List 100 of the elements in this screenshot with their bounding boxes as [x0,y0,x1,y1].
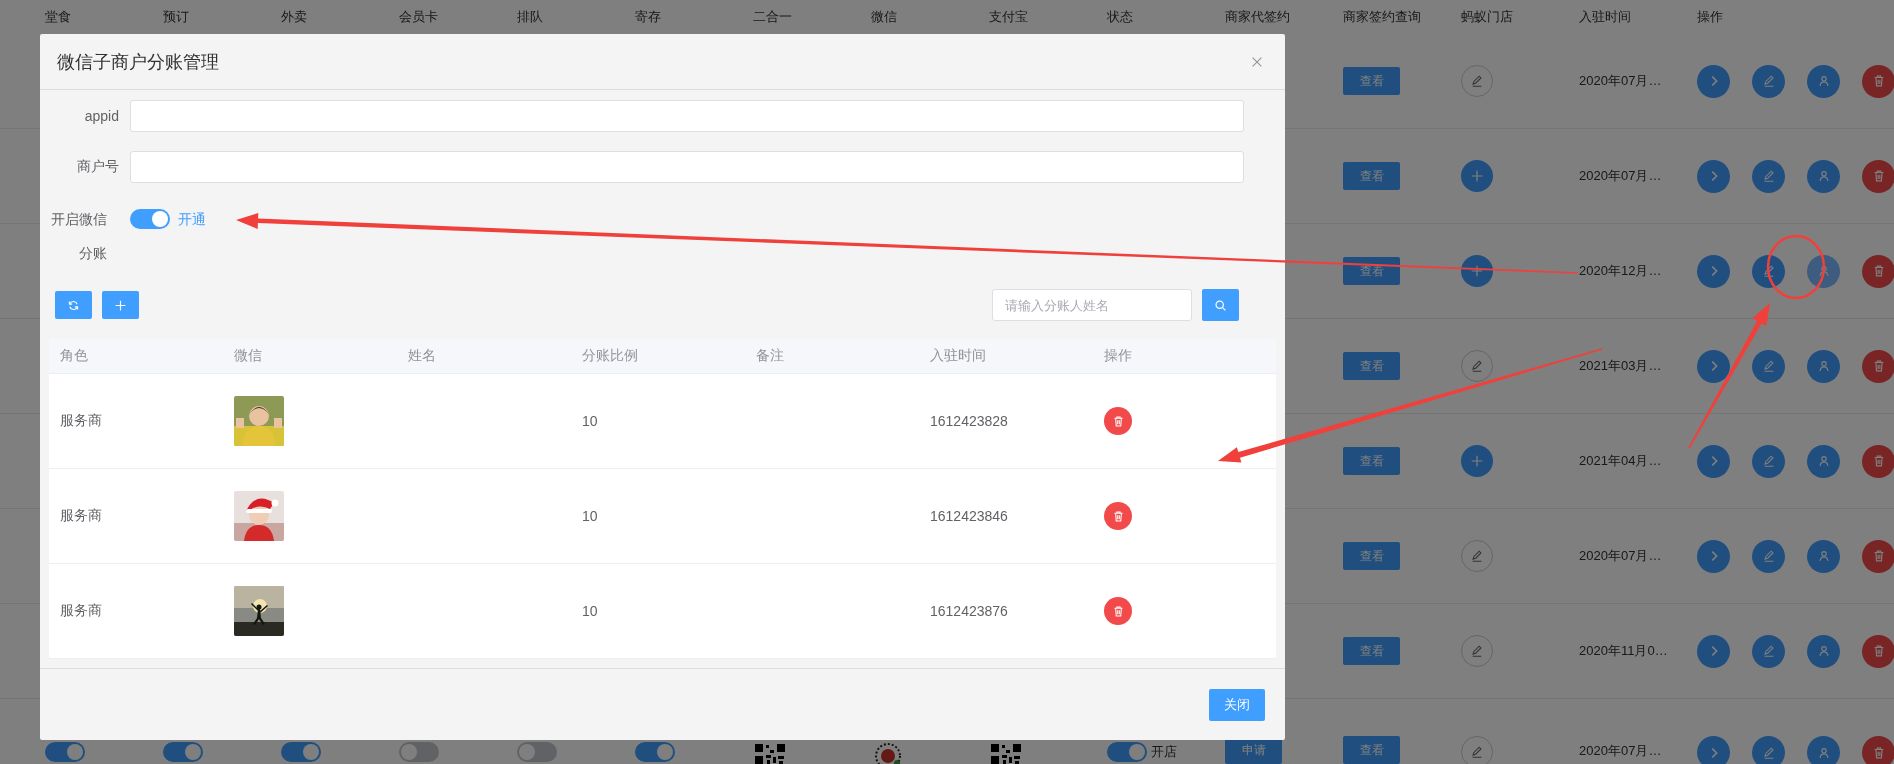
view-button[interactable]: 查看 [1343,637,1400,665]
column-header: 备注 [756,347,784,365]
column-header: 微信 [871,8,897,26]
table-cell: 10 [582,413,598,429]
open-button[interactable] [1697,159,1730,193]
date-text: 2021年04月… [1579,452,1662,470]
add-button[interactable] [1461,445,1493,477]
edit-button[interactable] [1752,64,1785,98]
delete-button[interactable] [1104,407,1132,435]
search-icon [1214,298,1227,312]
user-button[interactable] [1807,539,1840,573]
plus-icon [114,298,127,312]
pencil-icon [1470,74,1484,88]
toggle-switch[interactable] [635,742,675,762]
open-button[interactable] [1697,539,1730,573]
delete-button[interactable] [1862,64,1894,98]
view-button[interactable]: 查看 [1343,67,1400,95]
pencil-button[interactable] [1461,635,1493,667]
delete-button[interactable] [1104,502,1132,530]
toggle-switch[interactable] [399,742,439,762]
user-button[interactable] [1807,736,1840,764]
edit-button[interactable] [1752,254,1785,288]
user-button[interactable] [1807,349,1840,383]
column-header: 支付宝 [989,8,1028,26]
refresh-icon [67,298,80,312]
toggle-switch[interactable] [281,742,321,762]
view-button[interactable]: 查看 [1343,162,1400,190]
add-button[interactable] [1461,255,1493,287]
toggle-switch[interactable] [45,742,85,762]
table-cell: 10 [582,508,598,524]
view-button[interactable]: 查看 [1343,542,1400,570]
delete-button[interactable] [1862,736,1894,764]
view-button[interactable]: 查看 [1343,447,1400,475]
plus-icon [1470,454,1484,468]
toggle-switch[interactable] [1107,742,1147,762]
toggle-switch[interactable] [130,209,170,229]
table-cell: 服务商 [60,602,102,620]
column-header: 商家代签约 [1225,8,1290,26]
edit-button[interactable] [1752,539,1785,573]
column-header: 会员卡 [399,8,438,26]
table-cell: 10 [582,603,598,619]
open-button[interactable] [1697,254,1730,288]
add-button[interactable] [102,291,139,319]
pencil-button[interactable] [1461,540,1493,572]
delete-button[interactable] [1862,444,1894,478]
qr-code-icon [989,742,1023,764]
close-button[interactable]: 关闭 [1209,688,1265,721]
input-field[interactable] [130,100,1244,132]
search-button[interactable] [1202,289,1239,321]
user-button[interactable] [1807,254,1840,288]
edit-button[interactable] [1752,736,1785,764]
delete-button[interactable] [1862,349,1894,383]
plus-icon [1470,169,1484,183]
toggle-switch[interactable] [517,742,557,762]
trash-icon [1111,414,1125,428]
input-field[interactable] [130,151,1244,183]
pencil-button[interactable] [1461,65,1493,97]
search-field[interactable]: 请输入分账人姓名 [992,289,1192,321]
toggle-switch[interactable] [163,742,203,762]
pencil-icon [1761,549,1776,563]
column-header: 预订 [163,8,189,26]
edit-button[interactable] [1752,349,1785,383]
pencil-icon [1761,359,1776,373]
pencil-button[interactable] [1461,350,1493,382]
column-header: 入驻时间 [930,347,986,365]
delete-button[interactable] [1862,159,1894,193]
column-header: 排队 [517,8,543,26]
add-button[interactable] [1461,160,1493,192]
delete-button[interactable] [1104,597,1132,625]
pencil-button[interactable] [1461,736,1493,764]
open-button[interactable] [1697,349,1730,383]
table-cell: 服务商 [60,412,102,430]
user-button[interactable] [1807,159,1840,193]
edit-button[interactable] [1752,159,1785,193]
user-button[interactable] [1807,634,1840,668]
table-cell: 1612423876 [930,603,1008,619]
edit-button[interactable] [1752,634,1785,668]
delete-button[interactable] [1862,539,1894,573]
delete-button[interactable] [1862,634,1894,668]
pencil-icon [1761,644,1776,658]
user-button[interactable] [1807,444,1840,478]
refresh-button[interactable] [55,291,92,319]
open-button[interactable] [1697,444,1730,478]
open-button[interactable] [1697,634,1730,668]
view-button[interactable]: 查看 [1343,736,1400,764]
switch-status-text: 开通 [178,210,206,229]
open-button[interactable] [1697,736,1730,764]
view-button[interactable]: 查看 [1343,352,1400,380]
table-cell: 服务商 [60,507,102,525]
edit-button[interactable] [1752,444,1785,478]
column-header: 操作 [1104,347,1132,365]
user-icon [1816,644,1831,658]
delete-button[interactable] [1862,254,1894,288]
qr-code-icon [753,742,787,764]
pencil-icon [1761,264,1776,278]
open-button[interactable] [1697,64,1730,98]
user-icon [1816,264,1831,278]
date-text: 2020年12月… [1579,262,1662,280]
column-header: 分账比例 [582,347,638,365]
user-button[interactable] [1807,64,1840,98]
